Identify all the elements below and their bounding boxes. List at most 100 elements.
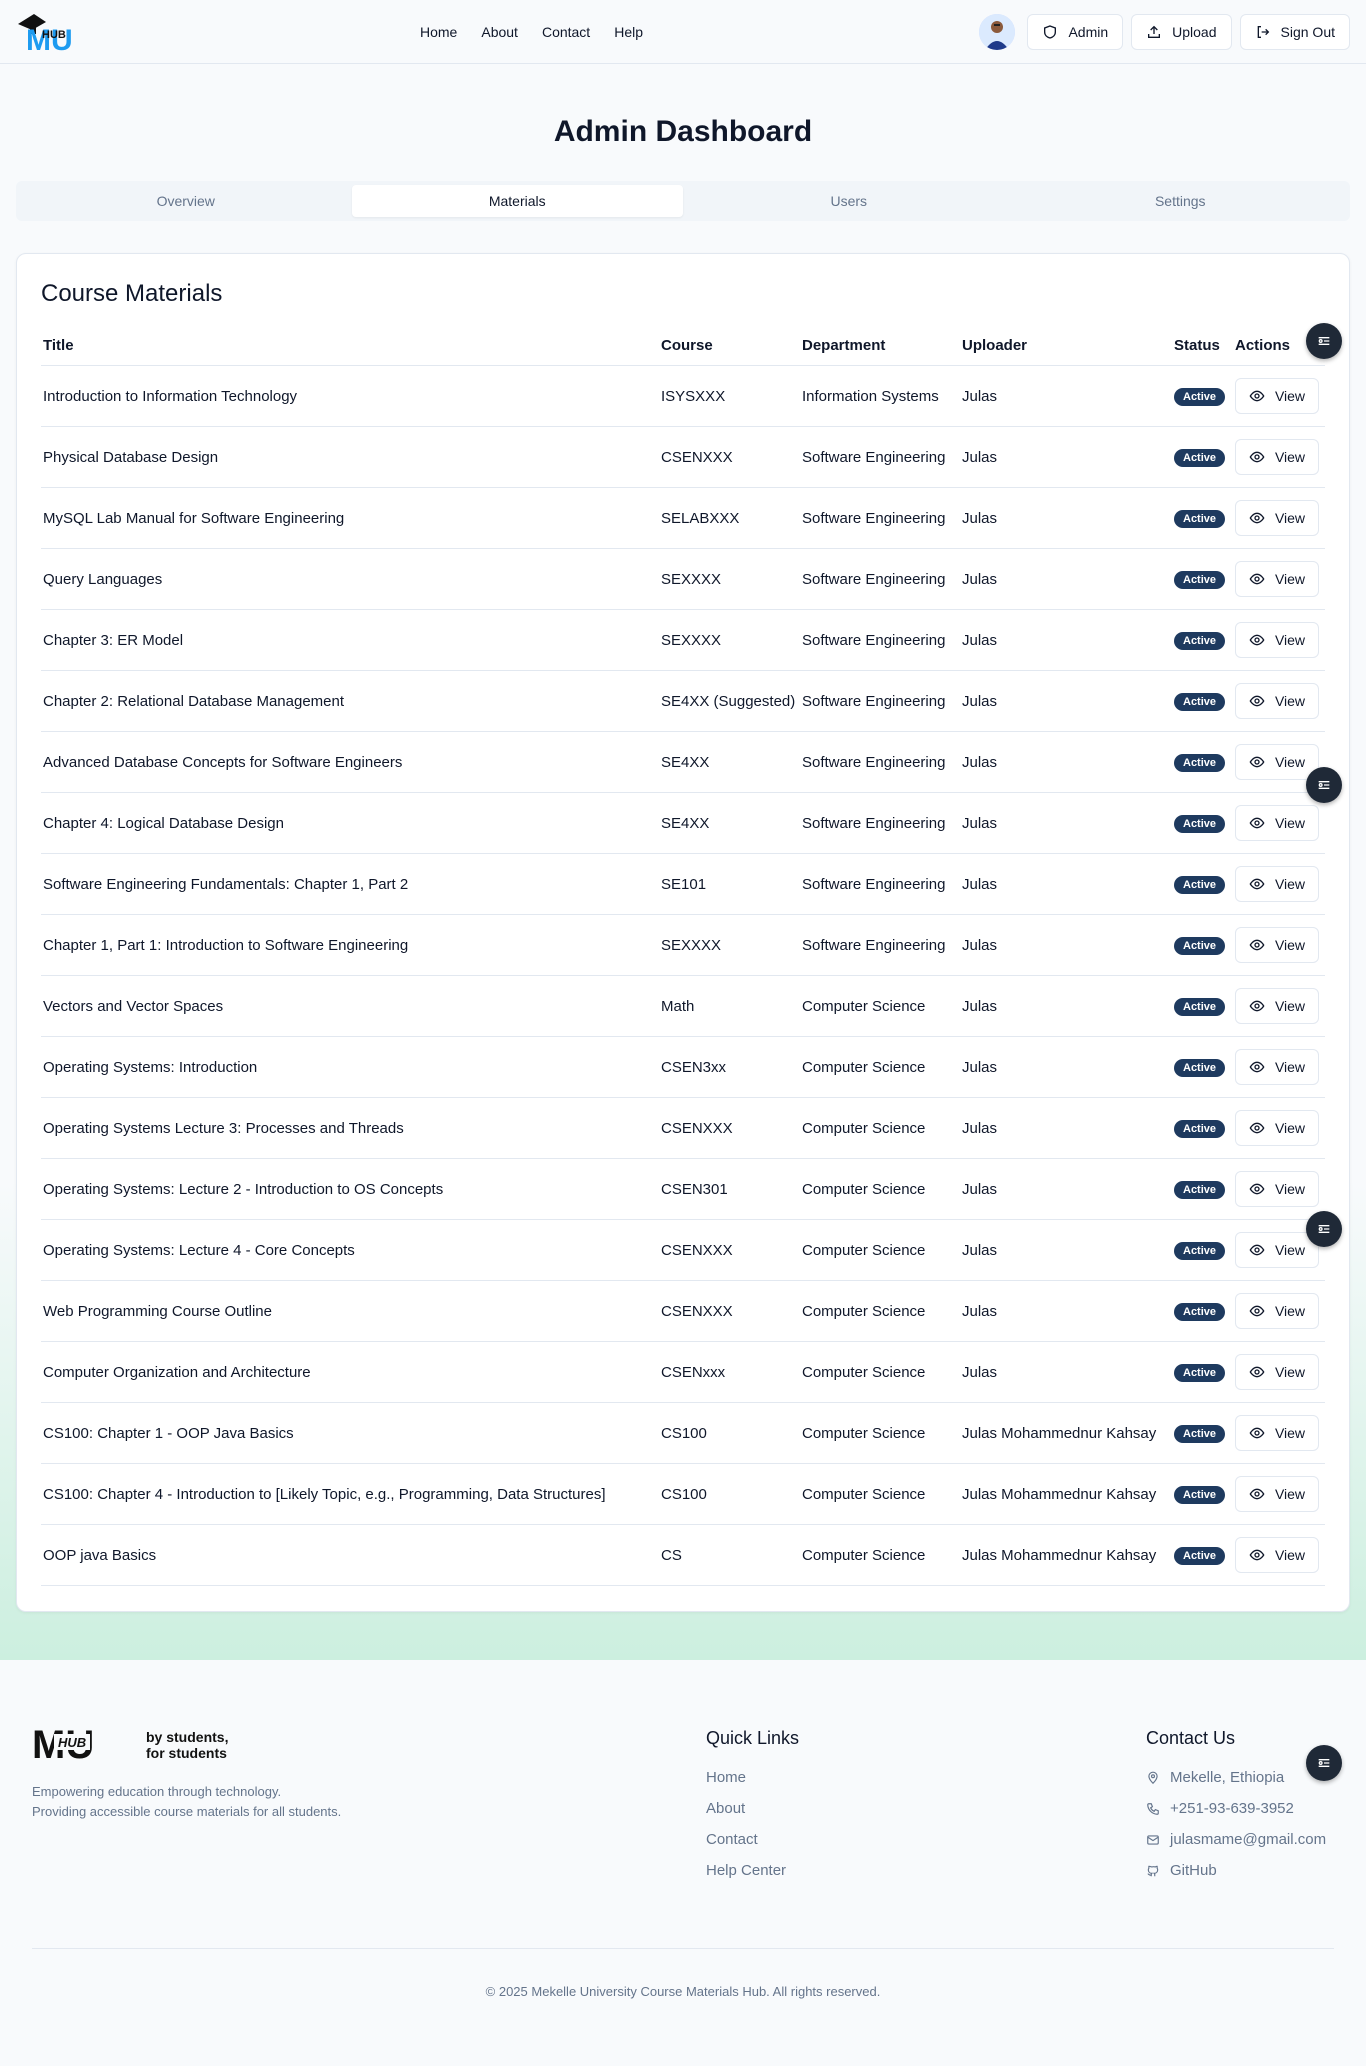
view-button[interactable]: View: [1235, 1476, 1319, 1512]
quick-links-title: Quick Links: [706, 1728, 800, 1748]
eye-icon: [1249, 695, 1265, 707]
status-badge: Active: [1174, 997, 1226, 1016]
eye-icon: [1249, 1488, 1265, 1500]
view-button-label: View: [1274, 815, 1306, 831]
cell-status: Active: [1174, 509, 1235, 528]
view-button-label: View: [1274, 1364, 1306, 1380]
cell-status: Active: [1174, 936, 1235, 955]
tab-overview[interactable]: Overview: [20, 185, 352, 217]
view-button[interactable]: View: [1235, 1110, 1319, 1146]
view-button[interactable]: View: [1235, 1537, 1319, 1573]
contact-email[interactable]: julasmame@gmail.com: [1146, 1831, 1326, 1848]
page-title: Admin Dashboard: [553, 115, 813, 148]
cell-department: Computer Science: [802, 1424, 926, 1442]
cell-title: MySQL Lab Manual for Software Engineerin…: [43, 509, 345, 527]
shield-icon: [1044, 25, 1057, 39]
cell-department: Software Engineering: [802, 875, 946, 893]
card-title: Course Materials: [41, 280, 223, 307]
cell-department: Computer Science: [802, 1363, 926, 1381]
cell-uploader: Julas: [962, 509, 998, 527]
nav-home[interactable]: Home: [420, 24, 457, 40]
contact-phone[interactable]: +251-93-639-3952: [1146, 1800, 1326, 1817]
floating-toggle-button[interactable]: [1306, 1211, 1342, 1247]
avatar[interactable]: [979, 14, 1016, 50]
view-button[interactable]: View: [1235, 1293, 1319, 1329]
filter-toggle-icon: [1318, 1225, 1330, 1233]
upload-icon: [1148, 25, 1161, 38]
footer-link-contact[interactable]: Contact: [706, 1831, 799, 1848]
cell-course: Math: [661, 997, 695, 1015]
view-button[interactable]: View: [1235, 988, 1319, 1024]
nav-help[interactable]: Help: [614, 24, 643, 40]
view-button[interactable]: View: [1235, 866, 1319, 902]
view-button[interactable]: View: [1235, 622, 1319, 658]
tab-users[interactable]: Users: [683, 185, 1015, 217]
cell-uploader: Julas: [962, 692, 998, 710]
tab-settings[interactable]: Settings: [1015, 185, 1347, 217]
view-button-label: View: [1274, 571, 1306, 587]
view-button[interactable]: View: [1235, 439, 1319, 475]
table-row: Operating Systems: Lecture 2 - Introduct…: [41, 1159, 1325, 1220]
footer-link-help-center[interactable]: Help Center: [706, 1862, 799, 1879]
site-logo[interactable]: MU HUB: [16, 10, 104, 54]
cell-status: Active: [1174, 631, 1235, 650]
upload-button[interactable]: Upload: [1131, 14, 1232, 50]
column-header-course: Course: [661, 337, 713, 354]
cell-course: CSENXXX: [661, 1241, 733, 1259]
cell-course: ISYSXXX: [661, 387, 726, 405]
sign-out-button[interactable]: Sign Out: [1239, 14, 1350, 50]
view-button[interactable]: View: [1235, 1354, 1319, 1390]
admin-button[interactable]: Admin: [1027, 14, 1124, 50]
cell-status: Active: [1174, 570, 1235, 589]
status-badge: Active: [1174, 753, 1226, 772]
view-button[interactable]: View: [1235, 561, 1319, 597]
cell-department: Computer Science: [802, 1546, 926, 1564]
cell-status: Active: [1174, 1058, 1235, 1077]
view-button[interactable]: View: [1235, 1049, 1319, 1085]
floating-toggle-button[interactable]: [1306, 323, 1342, 359]
floating-toggle-button[interactable]: [1306, 1745, 1342, 1781]
eye-icon: [1249, 1122, 1265, 1134]
view-button-label: View: [1274, 693, 1306, 709]
cell-uploader: Julas: [962, 997, 998, 1015]
dashboard-tabs: Overview Materials Users Settings: [16, 181, 1350, 221]
tab-materials[interactable]: Materials: [351, 185, 683, 217]
cell-course: SE4XX: [661, 814, 710, 832]
cell-department: Computer Science: [802, 997, 926, 1015]
cell-actions: View: [1235, 561, 1325, 597]
nav-contact[interactable]: Contact: [542, 24, 590, 40]
footer-link-about[interactable]: About: [706, 1800, 799, 1817]
view-button[interactable]: View: [1235, 1171, 1319, 1207]
cell-status: Active: [1174, 1363, 1235, 1382]
eye-icon: [1249, 451, 1265, 463]
contact-location-text: Mekelle, Ethiopia: [1170, 1769, 1285, 1786]
floating-toggle-button[interactable]: [1306, 767, 1342, 803]
view-button-label: View: [1274, 632, 1306, 648]
eye-icon: [1249, 1000, 1265, 1012]
filter-toggle-icon: [1318, 781, 1330, 789]
status-badge: Active: [1174, 814, 1226, 833]
view-button[interactable]: View: [1235, 927, 1319, 963]
view-button[interactable]: View: [1235, 1415, 1319, 1451]
view-button[interactable]: View: [1235, 683, 1319, 719]
cell-course: SEXXXX: [661, 631, 722, 649]
contact-phone-text: +251-93-639-3952: [1170, 1800, 1294, 1817]
cell-uploader: Julas: [962, 570, 998, 588]
view-button[interactable]: View: [1235, 1232, 1319, 1268]
contact-us: Contact Us Mekelle, Ethiopia +251-93-639…: [1146, 1728, 1326, 1893]
view-button[interactable]: View: [1235, 805, 1319, 841]
cell-department: Software Engineering: [802, 631, 946, 649]
status-badge: Active: [1174, 1180, 1226, 1199]
cell-department: Computer Science: [802, 1058, 926, 1076]
eye-icon: [1249, 512, 1265, 524]
view-button[interactable]: View: [1235, 500, 1319, 536]
cell-course: SE4XX: [661, 753, 710, 771]
view-button[interactable]: View: [1235, 744, 1319, 780]
nav-about[interactable]: About: [481, 24, 518, 40]
contact-github[interactable]: GitHub: [1146, 1862, 1326, 1879]
filter-toggle-icon: [1318, 337, 1330, 345]
view-button-label: View: [1274, 1242, 1306, 1258]
view-button[interactable]: View: [1235, 378, 1319, 414]
view-button-label: View: [1274, 510, 1306, 526]
footer-link-home[interactable]: Home: [706, 1769, 799, 1786]
